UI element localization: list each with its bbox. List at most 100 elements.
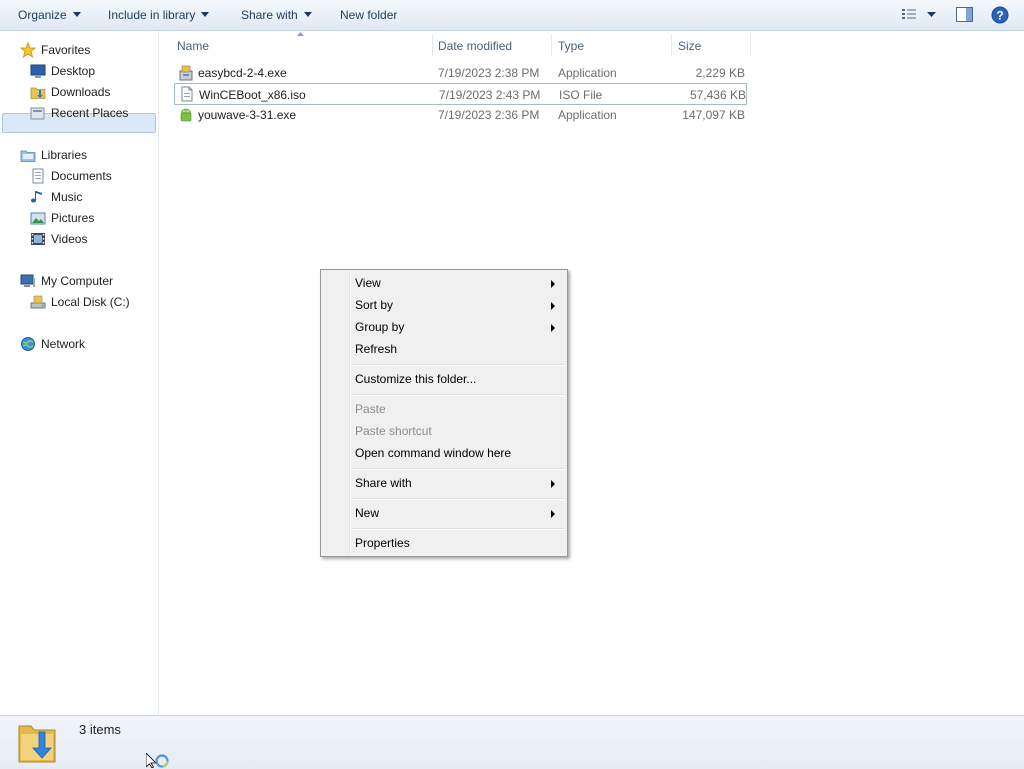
include-in-library-button[interactable]: Include in library: [108, 0, 210, 30]
share-with-button[interactable]: Share with: [241, 0, 312, 30]
menu-item-group-by-label: Group by: [355, 320, 405, 334]
nav-item-recent-places-label: Recent Places: [51, 106, 129, 120]
submenu-arrow-icon: [551, 510, 555, 518]
column-header-name[interactable]: Name: [177, 36, 427, 56]
submenu-arrow-icon: [551, 280, 555, 288]
menu-item-customize-folder[interactable]: Customize this folder...: [323, 368, 565, 390]
menu-item-sort-by-label: Sort by: [355, 298, 394, 312]
context-menu: View Sort by Group by Refresh Customize …: [320, 269, 568, 557]
menu-item-share-with-label: Share with: [355, 476, 412, 490]
command-bar: Organize Include in library Share with N…: [0, 0, 1024, 31]
menu-item-paste: Paste: [323, 398, 565, 420]
libraries-icon: [20, 150, 36, 162]
iso-file-icon: [181, 86, 193, 102]
menu-item-refresh[interactable]: Refresh: [323, 338, 565, 360]
include-in-library-label: Include in library: [108, 8, 196, 22]
file-type: Application: [558, 66, 617, 80]
nav-item-documents-label: Documents: [51, 169, 112, 183]
column-divider[interactable]: [551, 34, 552, 56]
new-folder-label: New folder: [340, 8, 398, 22]
computer-icon: [20, 274, 35, 287]
file-row[interactable]: youwave-3-31.exe 7/19/2023 2:36 PM Appli…: [174, 105, 747, 125]
menu-item-paste-label: Paste: [355, 402, 386, 416]
menu-item-properties[interactable]: Properties: [323, 532, 565, 554]
column-header-type-label: Type: [558, 39, 585, 53]
column-header-date-modified[interactable]: Date modified: [438, 36, 548, 56]
item-count: 3 items: [79, 722, 121, 737]
menu-item-view[interactable]: View: [323, 272, 565, 294]
svg-text:?: ?: [996, 9, 1003, 23]
new-folder-button[interactable]: New folder: [340, 0, 397, 30]
menu-item-new-label: New: [355, 506, 380, 520]
nav-item-desktop-label: Desktop: [51, 64, 96, 78]
view-options-icon[interactable]: [901, 8, 917, 22]
share-with-label: Share with: [241, 8, 298, 22]
menu-item-customize-label: Customize this folder...: [355, 372, 477, 386]
chevron-down-icon: [201, 12, 210, 18]
menu-item-new[interactable]: New: [323, 502, 565, 524]
file-row[interactable]: easybcd-2-4.exe 7/19/2023 2:38 PM Applic…: [174, 63, 747, 83]
nav-item-videos-label: Videos: [51, 232, 88, 246]
column-header-type[interactable]: Type: [558, 36, 658, 56]
menu-item-properties-label: Properties: [355, 536, 410, 550]
column-divider[interactable]: [750, 34, 751, 56]
star-icon: [20, 42, 36, 58]
nav-item-music-label: Music: [51, 190, 83, 204]
recent-places-icon: [30, 107, 45, 120]
installer-icon: [179, 65, 193, 81]
menu-separator: [351, 528, 565, 530]
nav-network-label: Network: [41, 337, 86, 351]
file-row-selected[interactable]: WinCEBoot_x86.iso 7/19/2023 2:43 PM ISO …: [174, 83, 747, 105]
drive-icon: [30, 295, 46, 309]
menu-separator: [351, 468, 565, 470]
menu-item-group-by[interactable]: Group by: [323, 316, 565, 338]
view-dropdown-icon[interactable]: [927, 12, 936, 18]
menu-item-open-command-window[interactable]: Open command window here: [323, 442, 565, 464]
desktop-icon: [30, 64, 46, 78]
nav-libraries-label: Libraries: [41, 148, 88, 162]
chevron-down-icon: [72, 12, 81, 18]
column-header-date-label: Date modified: [438, 39, 513, 53]
menu-item-paste-shortcut: Paste shortcut: [323, 420, 565, 442]
file-size: 2,229 KB: [695, 66, 745, 80]
menu-item-paste-shortcut-label: Paste shortcut: [355, 424, 432, 438]
column-header-name-label: Name: [177, 39, 210, 53]
file-type: Application: [558, 108, 617, 122]
file-name: youwave-3-31.exe: [198, 108, 297, 122]
music-icon: [31, 191, 42, 203]
sort-ascending-icon: [297, 32, 304, 36]
organize-label: Organize: [18, 8, 67, 22]
busy-cursor-icon: [146, 753, 169, 768]
pictures-icon: [30, 212, 46, 225]
file-list-pane: Name Date modified Type Size easybcd-2-4…: [159, 31, 1024, 715]
column-header-size[interactable]: Size: [678, 36, 748, 56]
submenu-arrow-icon: [551, 302, 555, 310]
column-divider[interactable]: [432, 34, 433, 56]
android-app-icon: [180, 108, 192, 122]
organize-button[interactable]: Organize: [18, 0, 81, 30]
submenu-arrow-icon: [551, 480, 555, 488]
nav-favorites-label: Favorites: [41, 43, 91, 57]
file-size: 57,436 KB: [689, 88, 746, 102]
column-divider[interactable]: [671, 34, 672, 56]
documents-icon: [32, 168, 44, 184]
file-date: 7/19/2023 2:36 PM: [438, 108, 540, 122]
menu-item-share-with[interactable]: Share with: [323, 472, 565, 494]
file-name: WinCEBoot_x86.iso: [199, 88, 306, 102]
videos-icon: [31, 233, 45, 245]
nav-item-pictures-label: Pictures: [51, 211, 95, 225]
file-size: 147,097 KB: [682, 108, 745, 122]
submenu-arrow-icon: [551, 324, 555, 332]
nav-item-local-disk-label: Local Disk (C:): [51, 295, 130, 309]
menu-item-open-cmd-label: Open command window here: [355, 446, 512, 460]
menu-item-sort-by[interactable]: Sort by: [323, 294, 565, 316]
menu-item-view-label: View: [355, 276, 381, 290]
preview-pane-icon[interactable]: [956, 7, 973, 22]
navigation-pane: Favorites Desktop Downloads Recent Place…: [0, 31, 159, 715]
menu-separator: [351, 364, 565, 366]
file-date: 7/19/2023 2:43 PM: [439, 88, 541, 102]
help-icon[interactable]: ?: [991, 6, 1009, 24]
menu-separator: [351, 498, 565, 500]
menu-separator: [351, 394, 565, 396]
nav-item-downloads-label: Downloads: [51, 85, 111, 99]
